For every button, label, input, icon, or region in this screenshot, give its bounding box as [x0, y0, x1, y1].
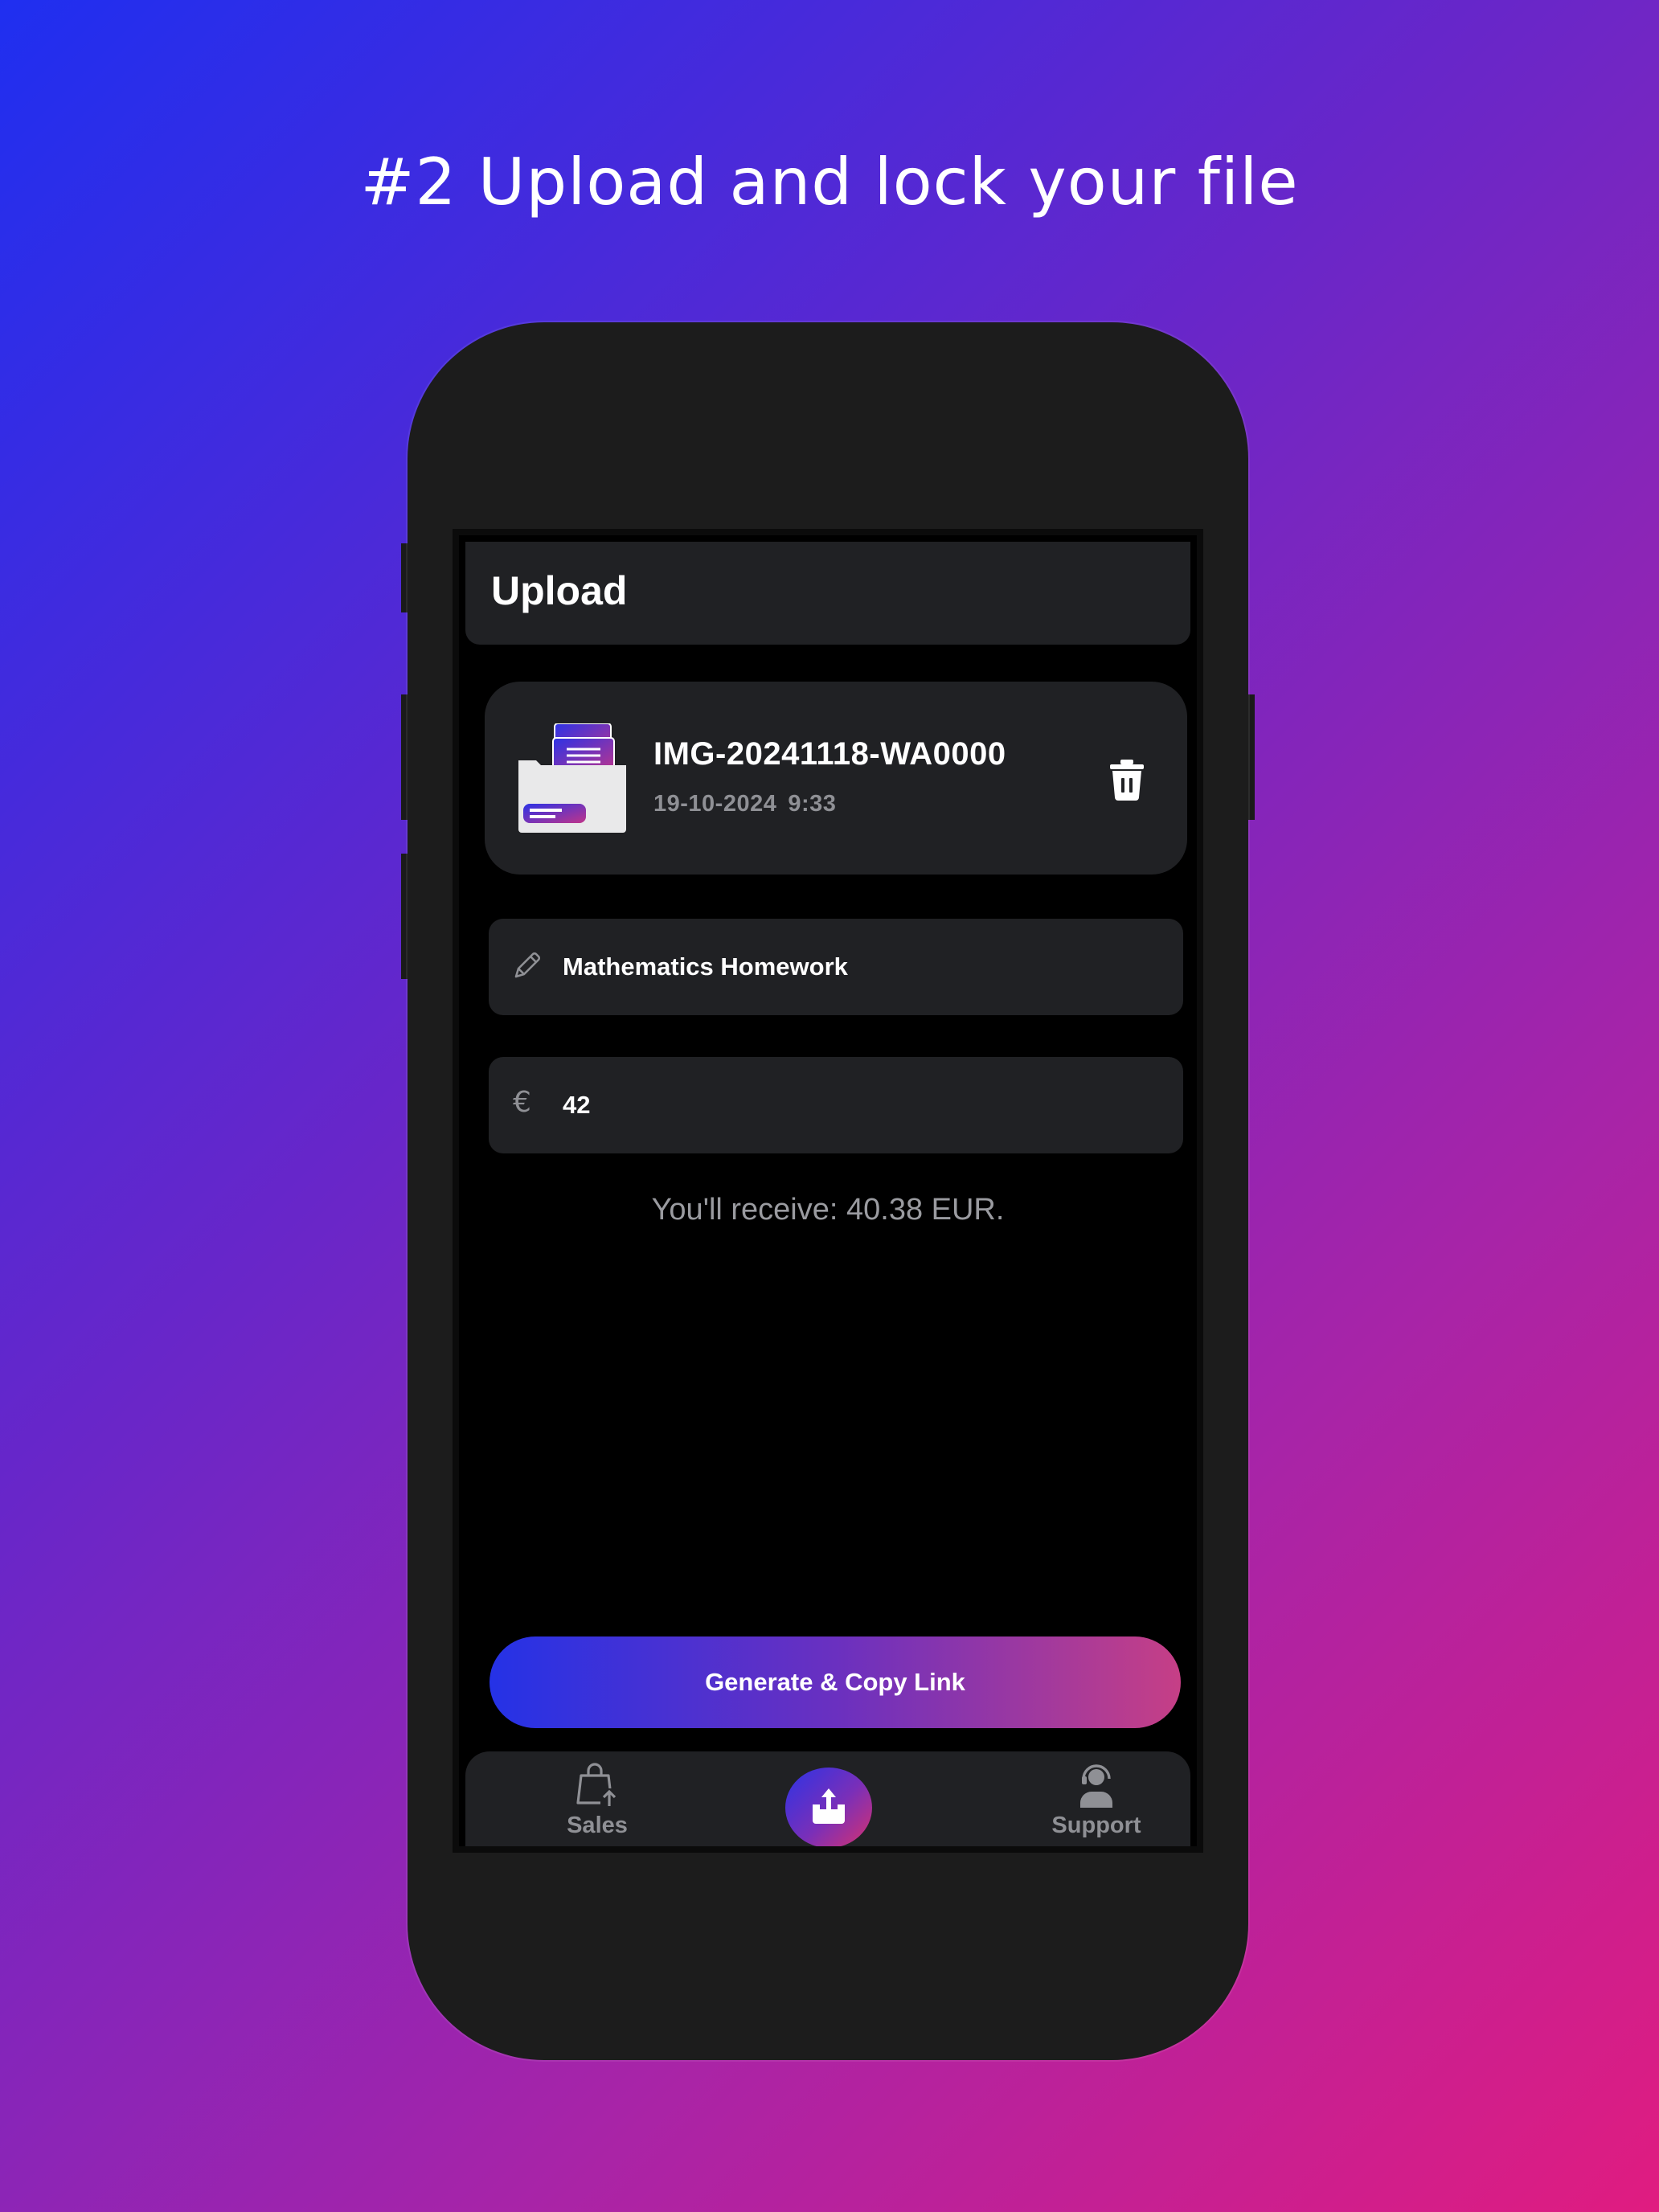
file-card[interactable]: IMG-20241118-WA0000 19-10-2024 9:33: [485, 682, 1187, 875]
file-time: 9:33: [788, 791, 837, 817]
nav-label-support: Support: [1051, 1813, 1141, 1838]
file-timestamp: 19-10-2024 9:33: [653, 791, 836, 817]
support-agent-icon: [1080, 1764, 1112, 1808]
price-field-value: 42: [563, 1091, 591, 1119]
file-folder-icon: [518, 723, 626, 833]
file-name: IMG-20241118-WA0000: [653, 736, 1006, 772]
pencil-icon: [514, 952, 541, 978]
nav-item-upload[interactable]: [785, 1768, 872, 1846]
nav-item-sales[interactable]: Sales: [533, 1751, 662, 1846]
nav-item-support[interactable]: Support: [1032, 1751, 1161, 1846]
phone-frame: Upload IMG-20241118-WA0000 19-10-2024 9:…: [408, 322, 1248, 2060]
promo-headline: #2 Upload and lock your file: [360, 145, 1299, 219]
generate-copy-link-label: Generate & Copy Link: [705, 1668, 965, 1696]
title-field[interactable]: Mathematics Homework: [489, 919, 1183, 1015]
euro-icon: €: [513, 1086, 531, 1119]
app-bar: Upload: [465, 542, 1190, 645]
shopping-bag-upload-icon: [576, 1763, 618, 1808]
upload-icon: [813, 1788, 845, 1824]
bottom-nav: Sales Support: [465, 1751, 1190, 1846]
trash-icon[interactable]: [1108, 759, 1145, 801]
app-screen: Upload IMG-20241118-WA0000 19-10-2024 9:…: [453, 529, 1203, 1853]
page-title: Upload: [491, 568, 628, 613]
title-field-value: Mathematics Homework: [563, 952, 848, 981]
payout-info: You'll receive: 40.38 EUR.: [651, 1193, 1005, 1227]
file-date: 19-10-2024: [653, 791, 777, 817]
price-field[interactable]: € 42: [489, 1057, 1183, 1153]
generate-copy-link-button[interactable]: Generate & Copy Link: [490, 1636, 1181, 1728]
nav-label-sales: Sales: [567, 1813, 628, 1838]
